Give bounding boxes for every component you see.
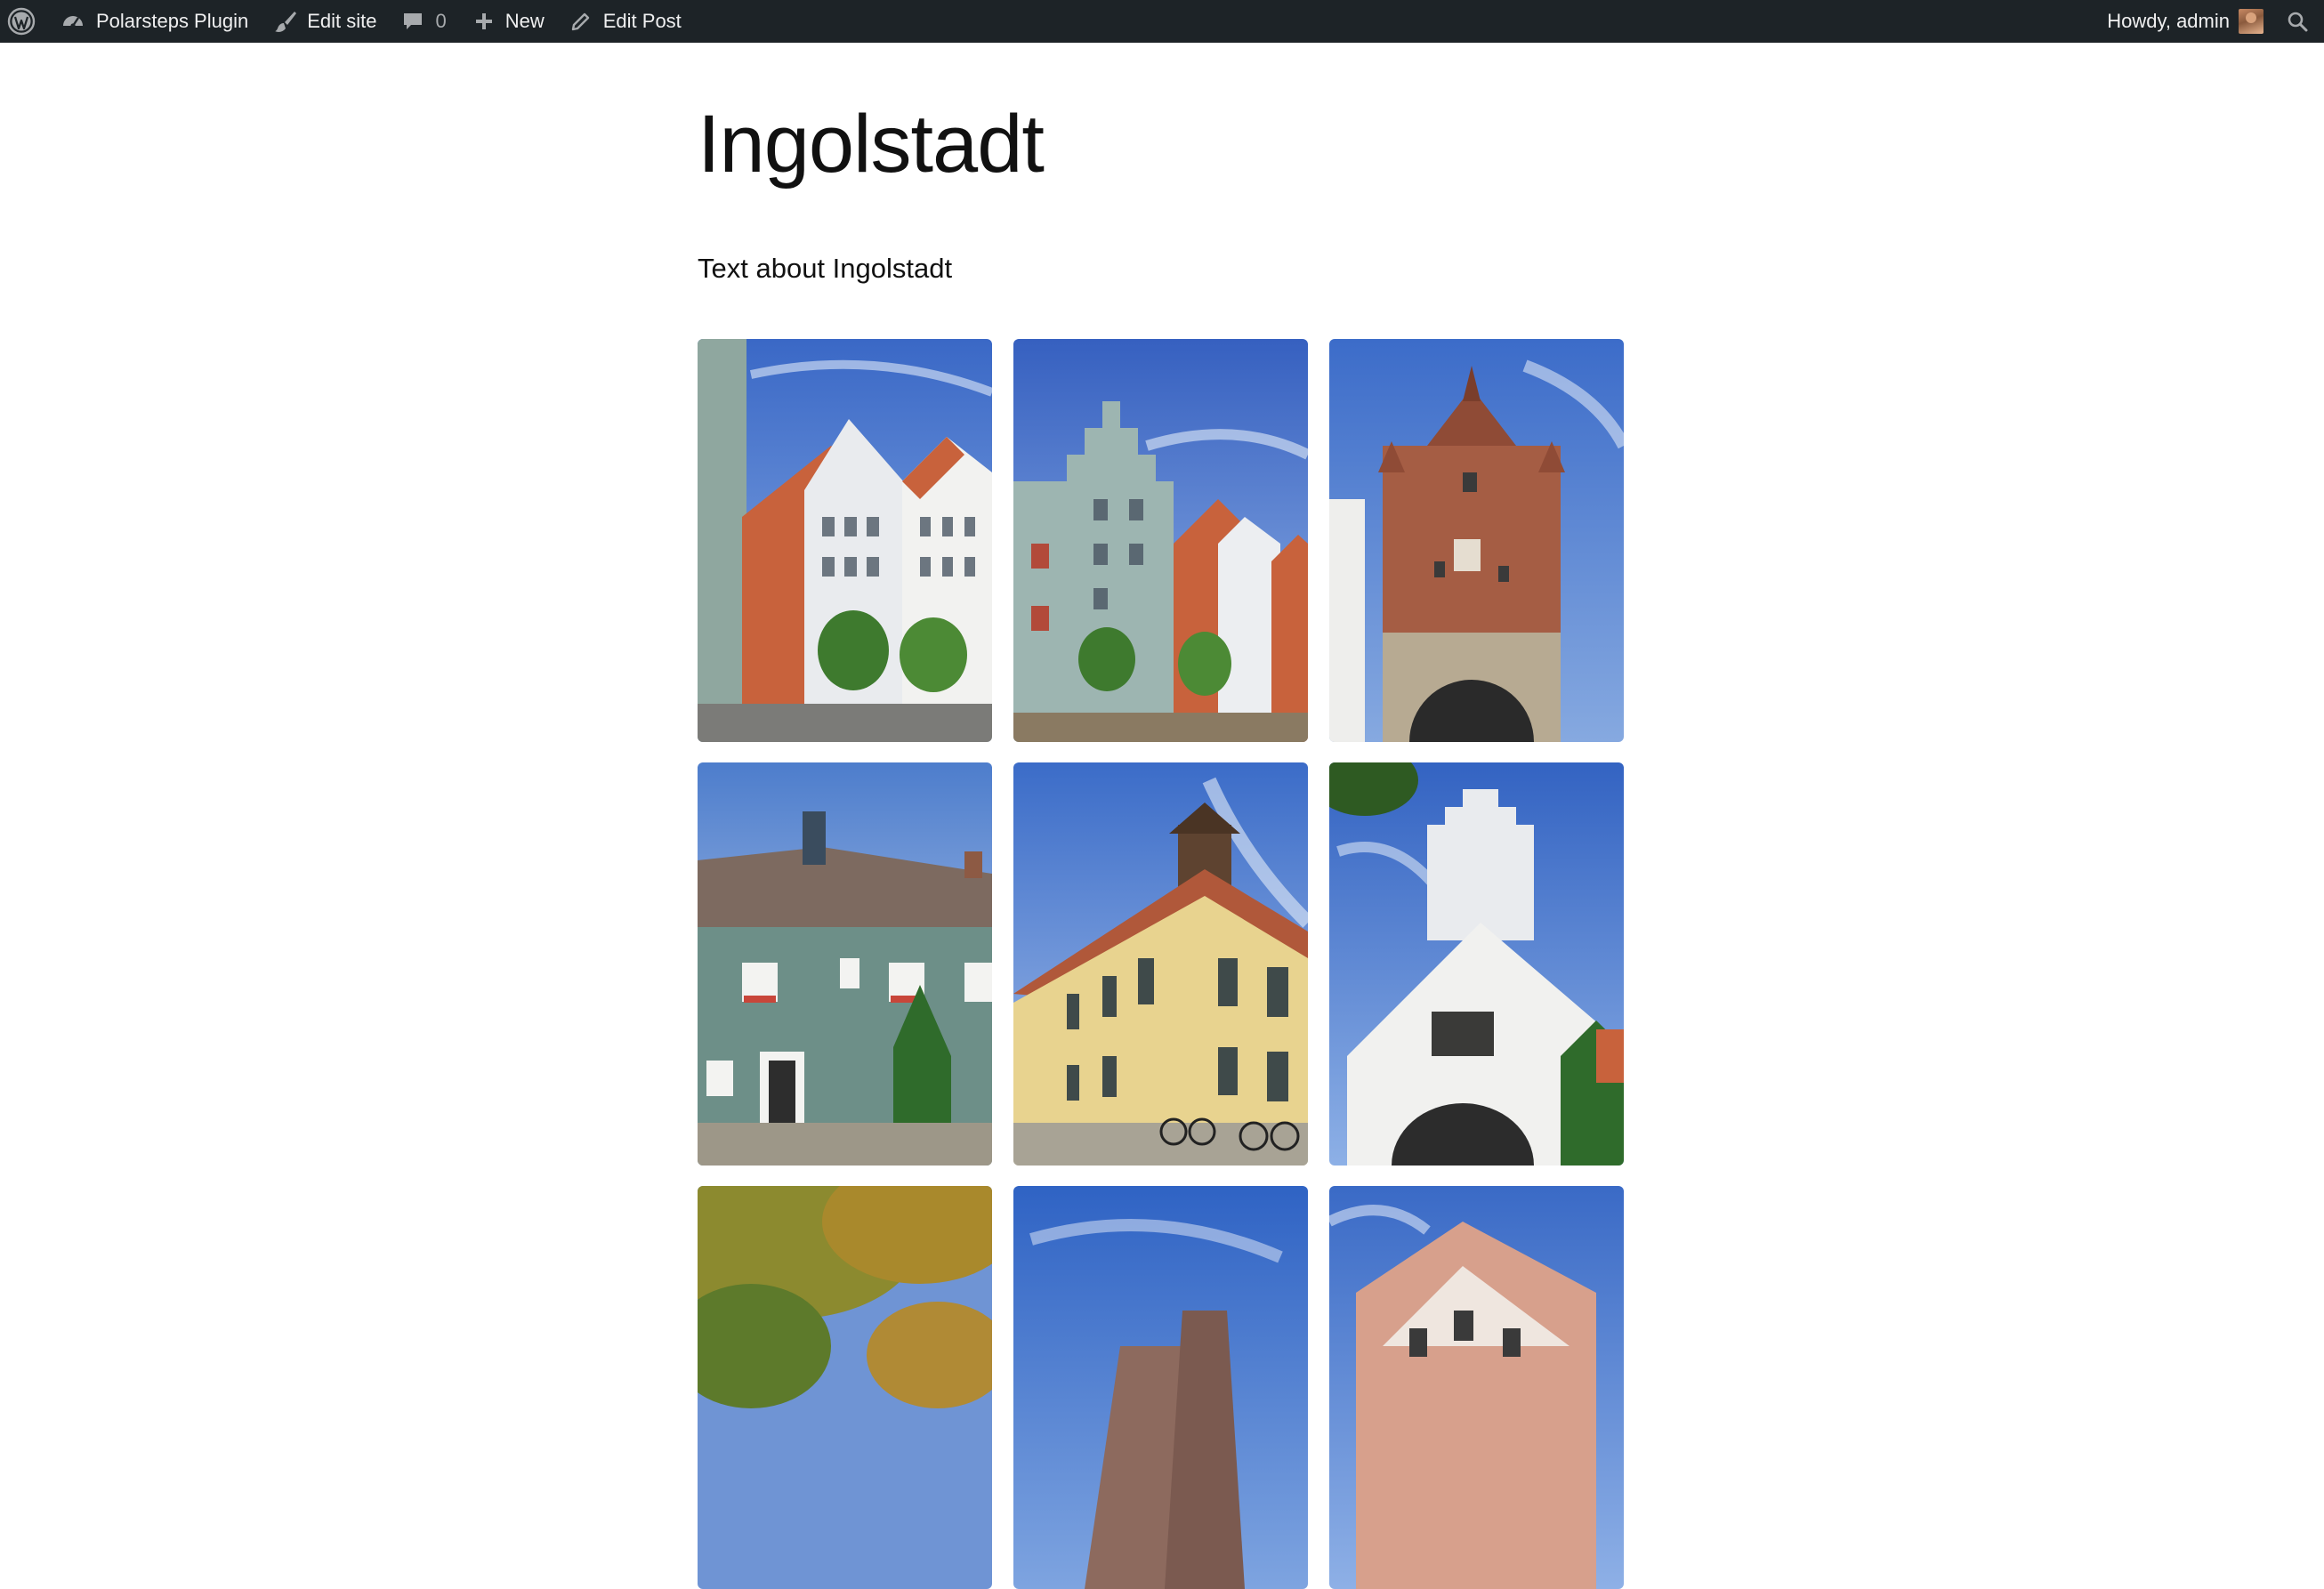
pencil-icon bbox=[571, 12, 589, 31]
wordpress-icon bbox=[7, 7, 36, 36]
paintbrush-icon bbox=[275, 12, 297, 32]
gallery-photo-gabled-townhouses[interactable] bbox=[698, 339, 992, 742]
gallery-photo-baroque-facade[interactable] bbox=[1329, 1186, 1624, 1589]
site-name-menu[interactable]: Polarsteps Plugin bbox=[61, 0, 248, 43]
edit-post-label: Edit Post bbox=[602, 10, 682, 32]
gallery-photo-yellow-palace[interactable] bbox=[1013, 762, 1308, 1166]
howdy-greeting: Howdy, admin bbox=[2107, 10, 2230, 32]
search-icon bbox=[2288, 12, 2308, 32]
new-content-menu[interactable]: New bbox=[473, 0, 545, 43]
dashboard-gauge-icon bbox=[63, 16, 83, 28]
post-title: Ingolstadt bbox=[698, 99, 1045, 190]
gallery-photo-blue-stepped-gable-house[interactable] bbox=[1013, 339, 1308, 742]
comments-count: 0 bbox=[435, 10, 447, 32]
admin-bar: Polarsteps Plugin Edit site 0 New Edit P… bbox=[0, 0, 2324, 43]
my-account-menu[interactable]: Howdy, admin bbox=[2107, 0, 2263, 43]
edit-post-link[interactable]: Edit Post bbox=[569, 0, 682, 43]
edit-site-label: Edit site bbox=[307, 10, 377, 32]
wordpress-logo-menu[interactable] bbox=[0, 0, 43, 43]
edit-site-link[interactable]: Edit site bbox=[273, 0, 376, 43]
gallery-photo-autumn-trees[interactable] bbox=[698, 1186, 992, 1589]
site-name-label: Polarsteps Plugin bbox=[96, 10, 249, 32]
gallery-photo-green-house[interactable] bbox=[698, 762, 992, 1166]
comment-bubble-icon bbox=[404, 13, 423, 29]
gallery-photo-brick-gate-tower[interactable] bbox=[1329, 339, 1624, 742]
gallery-photo-church-towers[interactable] bbox=[1013, 1186, 1308, 1589]
new-label: New bbox=[504, 10, 545, 32]
comments-link[interactable]: 0 bbox=[401, 0, 447, 43]
search-toggle[interactable] bbox=[2271, 0, 2324, 43]
avatar bbox=[2239, 9, 2263, 34]
gallery-photo-white-stepped-gable-tower[interactable] bbox=[1329, 762, 1624, 1166]
plus-icon bbox=[475, 13, 492, 29]
post-body-text: Text about Ingolstadt bbox=[698, 253, 953, 284]
